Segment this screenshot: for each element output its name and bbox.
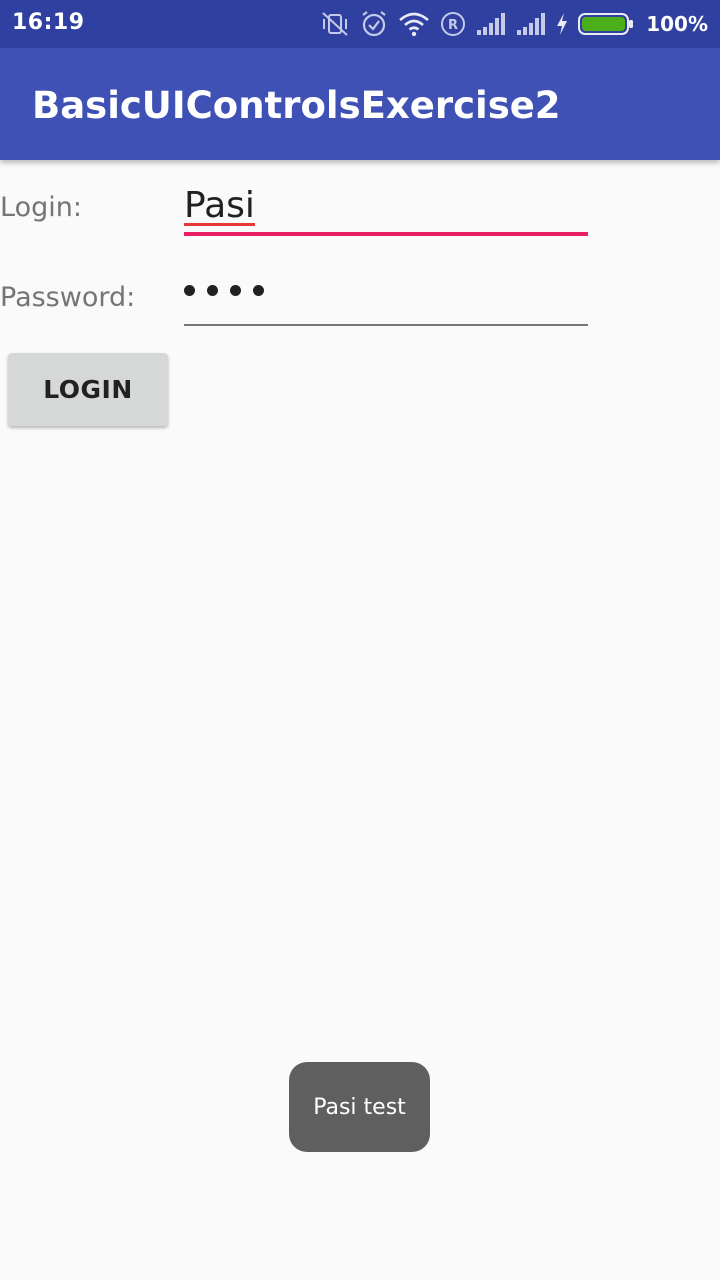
toast-message: Pasi test (289, 1062, 430, 1152)
login-input-value: Pasi (184, 185, 255, 226)
app-title: BasicUIControlsExercise2 (32, 84, 561, 127)
password-mask-dot (184, 285, 195, 296)
wifi-icon (398, 11, 430, 37)
login-input-underline (184, 232, 588, 236)
svg-text:R: R (448, 18, 458, 33)
password-input-underline (184, 324, 588, 326)
login-label: Login: (0, 192, 82, 223)
login-button[interactable]: LOGIN (8, 353, 168, 426)
vibrate-off-icon (320, 11, 350, 37)
spellcheck-underline (184, 223, 255, 226)
password-mask-dot (253, 285, 264, 296)
battery-icon (578, 11, 634, 37)
roaming-icon: R (440, 11, 466, 37)
signal-icon (476, 12, 506, 36)
alarm-icon (360, 10, 388, 38)
status-icons: R 100% (320, 8, 708, 40)
status-time: 16:19 (12, 10, 85, 35)
login-input[interactable]: Pasi (184, 161, 588, 239)
password-mask-dot (230, 285, 241, 296)
app-bar: BasicUIControlsExercise2 (0, 48, 720, 160)
signal-icon (516, 12, 546, 36)
password-mask-dot (207, 285, 218, 296)
password-mask (184, 285, 264, 296)
password-label: Password: (0, 282, 136, 313)
status-bar: 16:19 R 100% (0, 0, 720, 48)
battery-percent: 100% (646, 12, 708, 36)
password-input[interactable] (184, 273, 588, 327)
charging-icon (556, 12, 568, 36)
